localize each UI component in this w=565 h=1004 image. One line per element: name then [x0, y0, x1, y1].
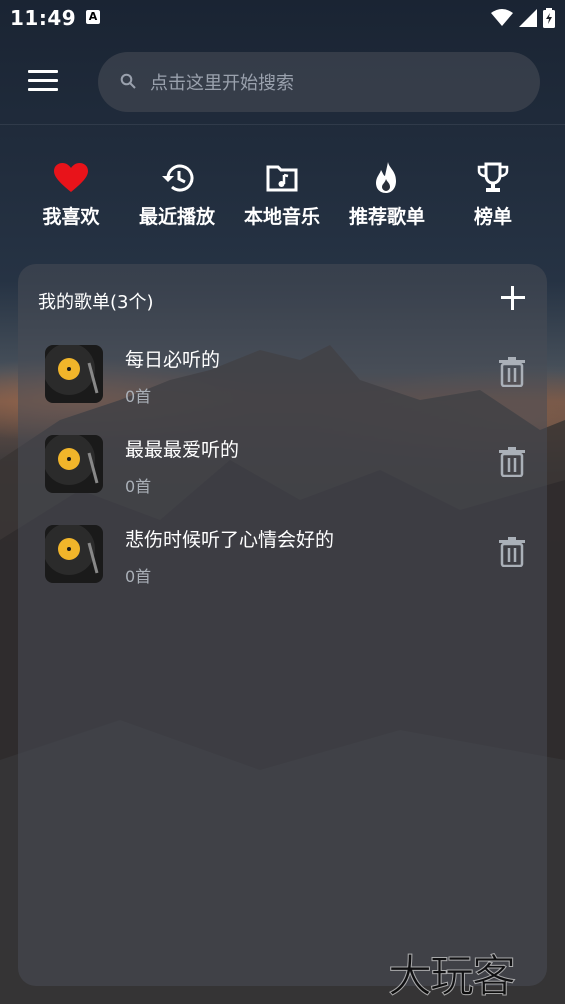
battery-icon: [543, 8, 555, 28]
playlist-name: 悲伤时候听了心情会好的: [125, 529, 335, 551]
playlists-panel: 我的歌单(3个) 每日必听的 0首 最最最爱听的 0首 悲伤时候听了心情会好的 …: [18, 264, 547, 986]
heart-icon: [54, 163, 88, 192]
search-bar[interactable]: [98, 52, 540, 112]
search-icon: [120, 73, 136, 89]
playlist-count: 0首: [125, 387, 152, 406]
playlist-cover: [45, 525, 103, 583]
playlists-title: 我的歌单(3个): [38, 292, 154, 313]
playlist-name: 每日必听的: [125, 349, 221, 371]
music-folder-icon: [266, 165, 298, 192]
playlist-cover: [45, 345, 103, 403]
playlist-count: 0首: [125, 567, 152, 586]
signal-icon: [519, 9, 537, 27]
fire-icon: [376, 162, 396, 193]
quick-favorites[interactable]: 我喜欢: [18, 160, 124, 229]
delete-icon[interactable]: [499, 357, 525, 387]
playlist-item[interactable]: 悲伤时候听了心情会好的 0首: [18, 525, 547, 615]
vinyl-record-icon: [45, 435, 103, 493]
playlist-count: 0首: [125, 477, 152, 496]
quick-recent-label: 最近播放: [138, 206, 215, 228]
search-input[interactable]: [148, 68, 512, 98]
playlist-item[interactable]: 最最最爱听的 0首: [18, 435, 547, 525]
playlist-item[interactable]: 每日必听的 0首: [18, 345, 547, 435]
history-icon: [162, 164, 194, 192]
quick-charts[interactable]: 榜单: [440, 160, 546, 229]
quick-recommended-label: 推荐歌单: [348, 206, 425, 228]
quick-charts-label: 榜单: [473, 206, 512, 228]
delete-icon[interactable]: [499, 447, 525, 477]
playlist-name: 最最最爱听的: [125, 439, 240, 461]
status-bar: 11:49 A: [0, 0, 565, 40]
trophy-icon: [477, 162, 509, 192]
wifi-icon: [491, 9, 513, 26]
menu-button[interactable]: [28, 70, 58, 94]
playlist-cover: [45, 435, 103, 493]
app-notification-icon: A: [86, 10, 100, 24]
quick-local-music-label: 本地音乐: [243, 206, 320, 228]
quick-favorites-label: 我喜欢: [42, 206, 100, 228]
quick-actions: 我喜欢 最近播放 本地音乐 推荐歌单 榜单: [0, 160, 565, 240]
quick-recommended[interactable]: 推荐歌单: [334, 160, 440, 229]
add-playlist-button[interactable]: [501, 286, 525, 310]
top-bar: [0, 44, 565, 125]
vinyl-record-icon: [45, 525, 103, 583]
delete-icon[interactable]: [499, 537, 525, 567]
quick-recent[interactable]: 最近播放: [124, 160, 230, 229]
status-time: 11:49: [10, 6, 77, 30]
vinyl-record-icon: [45, 345, 103, 403]
watermark: 大玩客: [388, 951, 517, 1003]
quick-local-music[interactable]: 本地音乐: [229, 160, 335, 229]
